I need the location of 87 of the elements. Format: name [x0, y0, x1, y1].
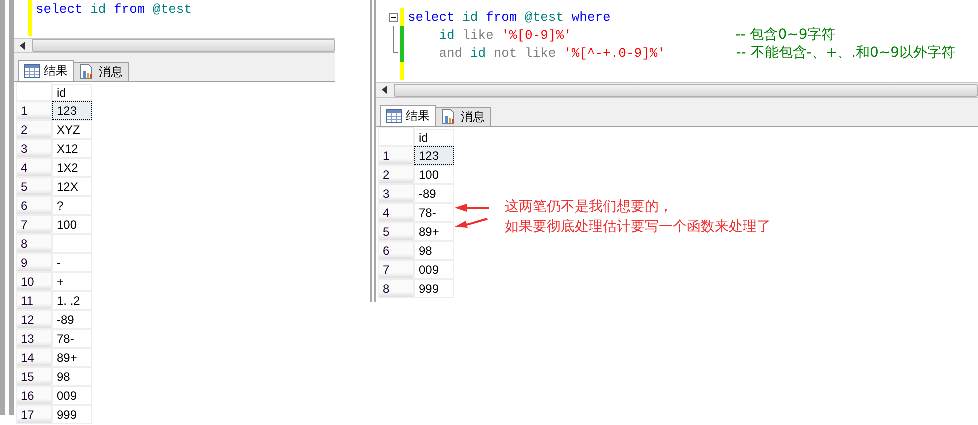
code-token: and: [439, 46, 463, 60]
table-cell: 999: [52, 405, 92, 424]
table-cell: ?: [52, 196, 92, 215]
table-cell: 12X: [52, 177, 92, 196]
horizontal-scrollbar[interactable]: [376, 82, 978, 98]
row-number[interactable]: 13: [16, 329, 52, 348]
code-token: id: [90, 2, 106, 16]
row-number[interactable]: 7: [16, 215, 52, 234]
results-tab[interactable]: 消息: [435, 107, 491, 126]
row-number[interactable]: 4: [16, 158, 52, 177]
table-cell: -: [52, 253, 92, 272]
row-number[interactable]: 11: [16, 291, 52, 310]
row-number[interactable]: 8: [16, 234, 52, 253]
row-number[interactable]: 9: [16, 253, 52, 272]
table-cell: 89+: [414, 222, 454, 241]
code-token: like: [525, 46, 556, 60]
code-token: from: [486, 10, 518, 24]
row-number[interactable]: 3: [378, 184, 414, 203]
grid-icon: [24, 64, 40, 78]
table-cell: 89+: [52, 348, 92, 367]
table-cell: 78-: [52, 329, 92, 348]
row-number[interactable]: 17: [16, 405, 52, 424]
annotation-text: 这两笔仍不是我们想要的，: [505, 198, 674, 217]
table-cell: 009: [52, 386, 92, 405]
results-tab[interactable]: 消息: [73, 62, 129, 81]
code-token: not: [494, 46, 518, 60]
row-number[interactable]: 5: [16, 177, 52, 196]
horizontal-scrollbar[interactable]: [14, 38, 335, 53]
code-token: select: [408, 10, 455, 24]
code-token: '%[^-+.0-9]%': [564, 46, 666, 60]
results-tab[interactable]: 结果: [380, 105, 436, 126]
row-number[interactable]: 1: [378, 146, 414, 165]
document-icon: [79, 64, 95, 80]
row-number[interactable]: 12: [16, 310, 52, 329]
grid-corner[interactable]: [378, 127, 414, 146]
code-comment: -- 不能包含-、+、.和0~9以外字符: [736, 44, 956, 62]
code-token: @test: [153, 2, 192, 16]
table-cell: -89: [414, 184, 454, 203]
code-token: @test: [525, 10, 564, 24]
row-number[interactable]: 2: [16, 120, 52, 139]
row-number[interactable]: 1: [16, 101, 52, 120]
row-number[interactable]: 16: [16, 386, 52, 405]
table-cell: 78-: [414, 203, 454, 222]
grid-corner[interactable]: [16, 82, 52, 101]
document-icon: [441, 109, 457, 125]
code-token: id: [439, 28, 455, 42]
code-token: select: [36, 2, 83, 16]
code-token: from: [114, 2, 146, 16]
code-token: where: [572, 10, 611, 24]
column-header[interactable]: id: [414, 129, 454, 146]
table-cell: 123: [414, 146, 454, 165]
table-cell: 999: [414, 279, 454, 298]
scroll-left-icon[interactable]: [382, 86, 388, 94]
table-cell: X12: [52, 139, 92, 158]
table-cell: 1X2: [52, 158, 92, 177]
row-number[interactable]: 4: [378, 203, 414, 222]
table-cell: 123: [52, 101, 92, 120]
code-token: id: [470, 46, 486, 60]
row-number[interactable]: 6: [378, 241, 414, 260]
row-number[interactable]: 15: [16, 367, 52, 386]
column-header[interactable]: id: [52, 84, 92, 101]
collapse-icon[interactable]: [389, 12, 398, 22]
annotation-text: 如果要彻底处理估计要写一个函数来处理了: [505, 218, 771, 237]
row-number[interactable]: 3: [16, 139, 52, 158]
row-number[interactable]: 2: [378, 165, 414, 184]
code-comment: -- 包含0~9字符: [736, 26, 836, 44]
results-tab[interactable]: 结果: [18, 60, 74, 81]
scroll-left-icon[interactable]: [20, 42, 26, 50]
code-token: like: [462, 28, 494, 42]
table-cell: XYZ: [52, 120, 92, 139]
table-cell: 100: [414, 165, 454, 184]
table-cell: 009: [414, 260, 454, 279]
table-cell: 98: [52, 367, 92, 386]
table-cell: 100: [52, 215, 92, 234]
row-number[interactable]: 14: [16, 348, 52, 367]
row-number[interactable]: 10: [16, 272, 52, 291]
code-token: id: [462, 10, 478, 24]
grid-icon: [386, 109, 402, 123]
table-cell: -89: [52, 310, 92, 329]
row-number[interactable]: 8: [378, 279, 414, 298]
row-number[interactable]: 7: [378, 260, 414, 279]
table-cell: 98: [414, 241, 454, 260]
row-number[interactable]: 6: [16, 196, 52, 215]
table-cell: 1. .2: [52, 291, 92, 310]
table-cell: +: [52, 272, 92, 291]
code-token: '%[0-9]%': [502, 28, 572, 42]
row-number[interactable]: 5: [378, 222, 414, 241]
